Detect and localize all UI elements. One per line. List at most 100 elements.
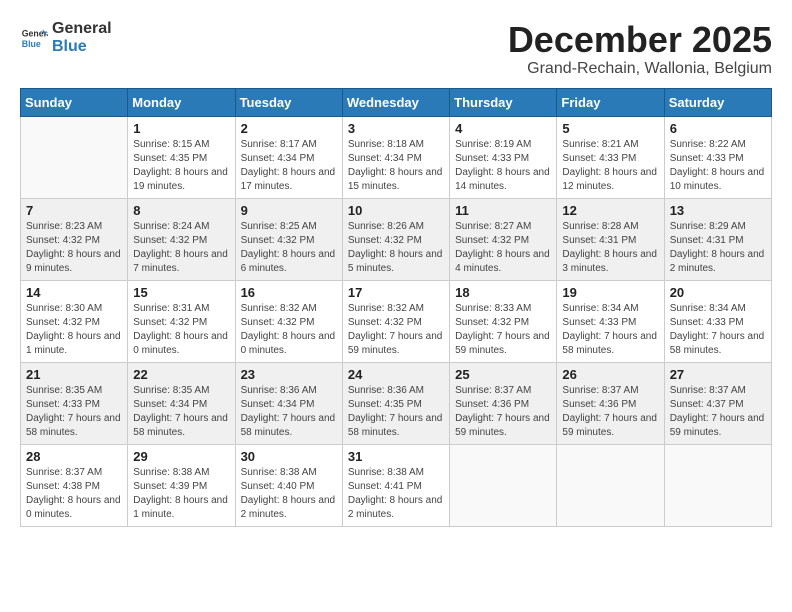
calendar-cell — [21, 116, 128, 198]
calendar-cell — [664, 444, 771, 526]
day-number: 20 — [670, 285, 766, 300]
calendar-cell: 29Sunrise: 8:38 AMSunset: 4:39 PMDayligh… — [128, 444, 235, 526]
location-subtitle: Grand-Rechain, Wallonia, Belgium — [508, 60, 772, 78]
logo-blue: Blue — [52, 38, 112, 56]
day-header-wednesday: Wednesday — [342, 88, 449, 116]
day-info: Sunrise: 8:36 AMSunset: 4:34 PMDaylight:… — [241, 384, 337, 440]
day-info: Sunrise: 8:31 AMSunset: 4:32 PMDaylight:… — [133, 302, 229, 358]
day-info: Sunrise: 8:18 AMSunset: 4:34 PMDaylight:… — [348, 138, 444, 194]
day-info: Sunrise: 8:32 AMSunset: 4:32 PMDaylight:… — [348, 302, 444, 358]
calendar-body: 1 Sunrise: 8:15 AMSunset: 4:35 PMDaylight… — [21, 116, 772, 526]
day-info: Sunrise: 8:28 AMSunset: 4:31 PMDaylight:… — [562, 220, 658, 276]
day-info: Sunrise: 8:21 AMSunset: 4:33 PMDaylight:… — [562, 138, 658, 194]
calendar-week-row: 14 Sunrise: 8:30 AMSunset: 4:32 PMDayligh… — [21, 280, 772, 362]
day-number: 2 — [241, 121, 337, 136]
day-number: 30 — [241, 449, 337, 464]
calendar-cell: 10Sunrise: 8:26 AMSunset: 4:32 PMDayligh… — [342, 198, 449, 280]
calendar-cell: 21Sunrise: 8:35 AMSunset: 4:33 PMDayligh… — [21, 362, 128, 444]
day-info: Sunrise: 8:17 AMSunset: 4:34 PMDaylight:… — [241, 138, 337, 194]
day-info: Sunrise: 8:23 AMSunset: 4:32 PMDaylight:… — [26, 220, 122, 276]
day-number: 23 — [241, 367, 337, 382]
day-number: 8 — [133, 203, 229, 218]
day-number: 19 — [562, 285, 658, 300]
day-info: Sunrise: 8:37 AMSunset: 4:38 PMDaylight:… — [26, 466, 122, 522]
day-info: Sunrise: 8:37 AMSunset: 4:36 PMDaylight:… — [562, 384, 658, 440]
day-info: Sunrise: 8:37 AMSunset: 4:36 PMDaylight:… — [455, 384, 551, 440]
day-number: 22 — [133, 367, 229, 382]
day-info: Sunrise: 8:25 AMSunset: 4:32 PMDaylight:… — [241, 220, 337, 276]
day-info: Sunrise: 8:27 AMSunset: 4:32 PMDaylight:… — [455, 220, 551, 276]
calendar-cell: 4 Sunrise: 8:19 AMSunset: 4:33 PMDaylight… — [450, 116, 557, 198]
calendar-cell — [450, 444, 557, 526]
calendar-cell: 3 Sunrise: 8:18 AMSunset: 4:34 PMDaylight… — [342, 116, 449, 198]
calendar-cell: 27 Sunrise: 8:37 AMSunset: 4:37 PMDayligh… — [664, 362, 771, 444]
day-info: Sunrise: 8:30 AMSunset: 4:32 PMDaylight:… — [26, 302, 122, 358]
day-number: 16 — [241, 285, 337, 300]
calendar-cell: 14 Sunrise: 8:30 AMSunset: 4:32 PMDayligh… — [21, 280, 128, 362]
calendar-cell: 1 Sunrise: 8:15 AMSunset: 4:35 PMDaylight… — [128, 116, 235, 198]
day-info: Sunrise: 8:38 AMSunset: 4:41 PMDaylight:… — [348, 466, 444, 522]
calendar-cell: 9 Sunrise: 8:25 AMSunset: 4:32 PMDaylight… — [235, 198, 342, 280]
day-info: Sunrise: 8:36 AMSunset: 4:35 PMDaylight:… — [348, 384, 444, 440]
day-header-monday: Monday — [128, 88, 235, 116]
day-number: 26 — [562, 367, 658, 382]
calendar-cell: 12Sunrise: 8:28 AMSunset: 4:31 PMDayligh… — [557, 198, 664, 280]
calendar-cell: 24 Sunrise: 8:36 AMSunset: 4:35 PMDayligh… — [342, 362, 449, 444]
title-area: December 2025 Grand-Rechain, Wallonia, B… — [508, 20, 772, 78]
day-info: Sunrise: 8:37 AMSunset: 4:37 PMDaylight:… — [670, 384, 766, 440]
day-number: 14 — [26, 285, 122, 300]
day-number: 3 — [348, 121, 444, 136]
calendar-cell: 17 Sunrise: 8:32 AMSunset: 4:32 PMDayligh… — [342, 280, 449, 362]
day-info: Sunrise: 8:19 AMSunset: 4:33 PMDaylight:… — [455, 138, 551, 194]
month-title: December 2025 — [508, 20, 772, 60]
calendar-week-row: 21Sunrise: 8:35 AMSunset: 4:33 PMDayligh… — [21, 362, 772, 444]
day-info: Sunrise: 8:22 AMSunset: 4:33 PMDaylight:… — [670, 138, 766, 194]
day-info: Sunrise: 8:15 AMSunset: 4:35 PMDaylight:… — [133, 138, 229, 194]
day-number: 17 — [348, 285, 444, 300]
calendar-cell: 31 Sunrise: 8:38 AMSunset: 4:41 PMDayligh… — [342, 444, 449, 526]
calendar-week-row: 28Sunrise: 8:37 AMSunset: 4:38 PMDayligh… — [21, 444, 772, 526]
calendar-cell: 2 Sunrise: 8:17 AMSunset: 4:34 PMDaylight… — [235, 116, 342, 198]
calendar-cell: 15Sunrise: 8:31 AMSunset: 4:32 PMDayligh… — [128, 280, 235, 362]
day-number: 21 — [26, 367, 122, 382]
day-header-sunday: Sunday — [21, 88, 128, 116]
calendar-cell: 16Sunrise: 8:32 AMSunset: 4:32 PMDayligh… — [235, 280, 342, 362]
calendar-cell: 30 Sunrise: 8:38 AMSunset: 4:40 PMDayligh… — [235, 444, 342, 526]
day-header-saturday: Saturday — [664, 88, 771, 116]
calendar-cell: 8Sunrise: 8:24 AMSunset: 4:32 PMDaylight… — [128, 198, 235, 280]
logo: General Blue General Blue — [20, 20, 112, 55]
day-number: 31 — [348, 449, 444, 464]
calendar-cell: 5 Sunrise: 8:21 AMSunset: 4:33 PMDaylight… — [557, 116, 664, 198]
page-header: General Blue General Blue December 2025 … — [20, 20, 772, 78]
day-number: 24 — [348, 367, 444, 382]
calendar-cell: 25 Sunrise: 8:37 AMSunset: 4:36 PMDayligh… — [450, 362, 557, 444]
logo-general: General — [52, 20, 112, 38]
calendar-cell: 6 Sunrise: 8:22 AMSunset: 4:33 PMDaylight… — [664, 116, 771, 198]
day-number: 29 — [133, 449, 229, 464]
calendar-table: SundayMondayTuesdayWednesdayThursdayFrid… — [20, 88, 772, 527]
day-number: 6 — [670, 121, 766, 136]
day-number: 27 — [670, 367, 766, 382]
calendar-cell: 20Sunrise: 8:34 AMSunset: 4:33 PMDayligh… — [664, 280, 771, 362]
day-number: 5 — [562, 121, 658, 136]
calendar-week-row: 7 Sunrise: 8:23 AMSunset: 4:32 PMDaylight… — [21, 198, 772, 280]
calendar-cell: 13 Sunrise: 8:29 AMSunset: 4:31 PMDayligh… — [664, 198, 771, 280]
day-number: 18 — [455, 285, 551, 300]
calendar-cell — [557, 444, 664, 526]
day-number: 1 — [133, 121, 229, 136]
calendar-cell: 18Sunrise: 8:33 AMSunset: 4:32 PMDayligh… — [450, 280, 557, 362]
day-number: 25 — [455, 367, 551, 382]
calendar-cell: 23 Sunrise: 8:36 AMSunset: 4:34 PMDayligh… — [235, 362, 342, 444]
day-number: 10 — [348, 203, 444, 218]
calendar-cell: 28Sunrise: 8:37 AMSunset: 4:38 PMDayligh… — [21, 444, 128, 526]
day-number: 9 — [241, 203, 337, 218]
day-number: 7 — [26, 203, 122, 218]
day-header-tuesday: Tuesday — [235, 88, 342, 116]
calendar-cell: 19Sunrise: 8:34 AMSunset: 4:33 PMDayligh… — [557, 280, 664, 362]
day-number: 13 — [670, 203, 766, 218]
day-info: Sunrise: 8:38 AMSunset: 4:40 PMDaylight:… — [241, 466, 337, 522]
day-info: Sunrise: 8:29 AMSunset: 4:31 PMDaylight:… — [670, 220, 766, 276]
day-number: 4 — [455, 121, 551, 136]
calendar-week-row: 1 Sunrise: 8:15 AMSunset: 4:35 PMDaylight… — [21, 116, 772, 198]
day-header-thursday: Thursday — [450, 88, 557, 116]
